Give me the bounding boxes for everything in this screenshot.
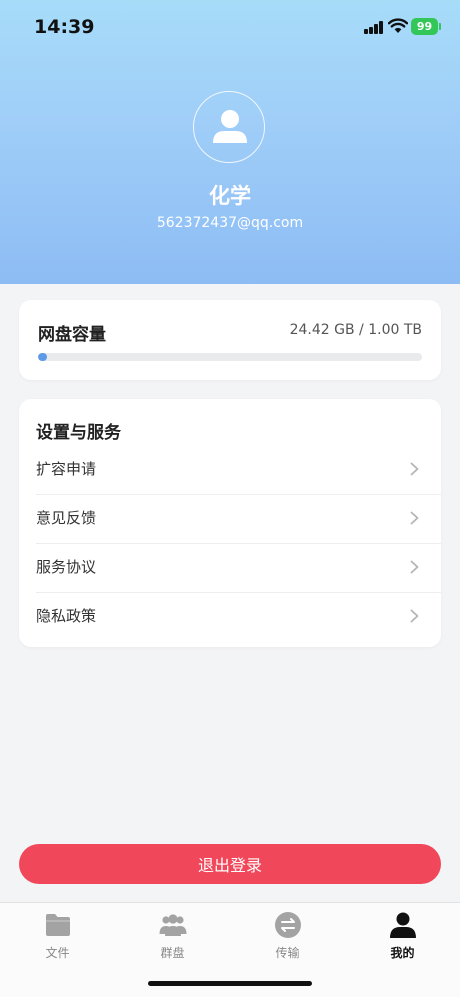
wifi-icon	[388, 18, 408, 33]
menu-item-privacy-policy[interactable]: 隐私政策	[19, 592, 441, 641]
battery-icon: 99	[411, 18, 438, 35]
settings-card: 设置与服务 扩容申请 意见反馈 服务协议 隐私政策	[19, 399, 441, 647]
transfer-icon	[275, 912, 301, 938]
settings-title: 设置与服务	[36, 423, 121, 443]
logout-button[interactable]: 退出登录	[19, 844, 441, 884]
storage-card: 网盘容量 24.42 GB / 1.00 TB	[19, 300, 441, 380]
tab-mine[interactable]: 我的	[345, 909, 460, 961]
battery-tip	[439, 23, 441, 30]
storage-progress-bar	[38, 353, 422, 361]
storage-title: 网盘容量	[38, 325, 106, 345]
tab-label: 我的	[390, 946, 415, 960]
menu-item-feedback[interactable]: 意见反馈	[19, 494, 441, 543]
battery-level: 99	[416, 20, 433, 33]
tab-group-disk[interactable]: 群盘	[115, 909, 230, 961]
chevron-right-icon	[410, 511, 419, 525]
menu-item-service-agreement[interactable]: 服务协议	[19, 543, 441, 592]
tab-label: 传输	[275, 946, 300, 960]
user-name: 化学	[209, 184, 251, 208]
menu-item-label: 扩容申请	[36, 460, 97, 478]
tab-transfer[interactable]: 传输	[230, 909, 345, 961]
chevron-right-icon	[410, 560, 419, 574]
settings-menu: 扩容申请 意见反馈 服务协议 隐私政策	[19, 445, 441, 641]
home-indicator	[148, 981, 312, 986]
user-email: 562372437@qq.com	[156, 215, 304, 231]
tab-label: 文件	[45, 946, 70, 960]
chevron-right-icon	[410, 462, 419, 476]
avatar[interactable]	[193, 91, 265, 163]
tab-files[interactable]: 文件	[0, 909, 115, 961]
group-icon	[159, 914, 187, 936]
menu-item-label: 意见反馈	[36, 509, 97, 527]
user-icon	[390, 912, 416, 938]
tab-label: 群盘	[160, 946, 185, 960]
folder-icon	[46, 914, 70, 936]
user-avatar-icon	[213, 110, 247, 143]
storage-progress-fill	[38, 353, 48, 361]
chevron-right-icon	[410, 609, 419, 623]
signal-icon	[364, 21, 384, 34]
menu-item-label: 服务协议	[36, 558, 97, 576]
menu-item-label: 隐私政策	[36, 607, 97, 625]
storage-usage: 24.42 GB / 1.00 TB	[289, 322, 422, 338]
status-bar: 14:39 99	[0, 0, 460, 56]
status-time: 14:39	[34, 16, 95, 38]
menu-item-expand-capacity[interactable]: 扩容申请	[19, 445, 441, 494]
